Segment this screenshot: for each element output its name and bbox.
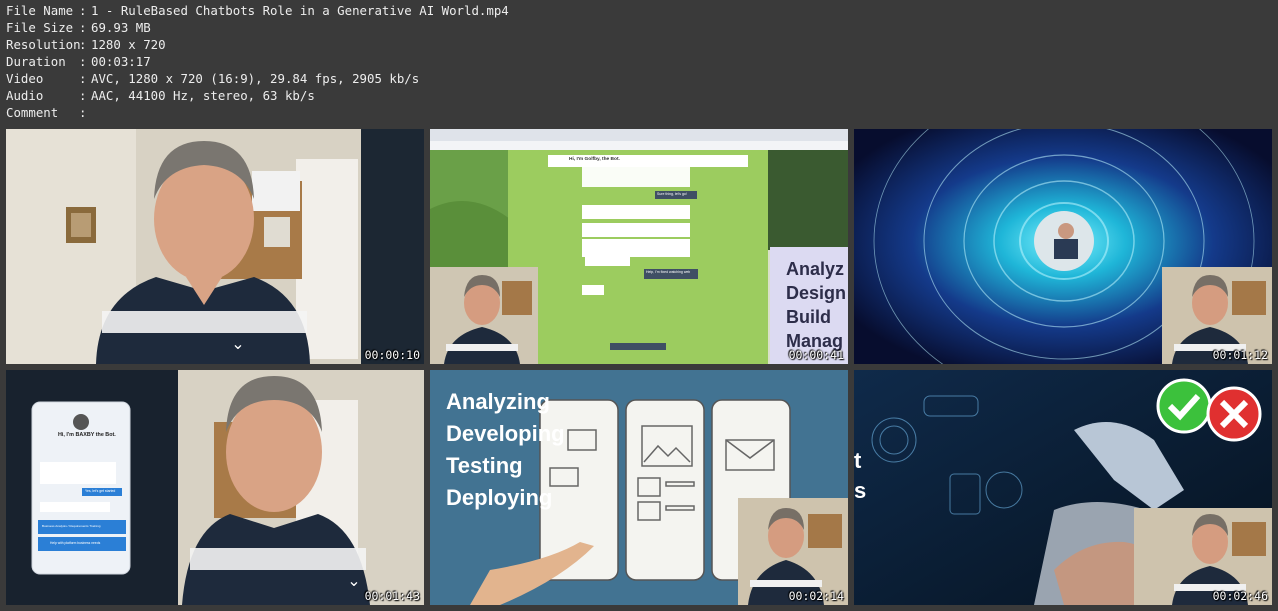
meta-separator: : — [79, 71, 87, 86]
tunnel-scene — [854, 129, 1272, 364]
meta-separator: : — [79, 88, 87, 103]
meta-value: 1 - RuleBased Chatbots Role in a Generat… — [91, 3, 509, 18]
slide-word: Analyz — [786, 259, 845, 279]
chat-title: Hi, I'm Golfby, the Bot. — [569, 157, 620, 162]
process-word: Developing — [446, 421, 565, 446]
meta-separator: : — [79, 37, 87, 52]
meta-key: Comment — [6, 105, 59, 120]
cropped-letter: t — [854, 448, 862, 473]
slide-word: Build — [786, 307, 831, 327]
meta-value: 69.93 MB — [91, 20, 151, 35]
meta-separator: : — [79, 3, 87, 18]
meta-separator: : — [79, 20, 87, 35]
robot-laptop-scene — [854, 370, 1272, 605]
timestamp: 00:02:46 — [1212, 589, 1268, 603]
meta-key: Audio — [6, 88, 44, 103]
cropped-letters: t s — [854, 446, 866, 506]
timestamp: 00:02:14 — [788, 589, 844, 603]
bot-option-button: Business Analysis / Requirements Trainin… — [42, 524, 101, 528]
bot-title: Hi, I'm BAXBY the Bot. — [58, 432, 116, 438]
bot-option-button: Help with platform business needs — [50, 541, 101, 545]
meta-key: Duration — [6, 54, 66, 69]
process-word: Deploying — [446, 485, 553, 510]
meta-key: File Size — [6, 20, 74, 35]
meta-row-audio: Audio: AAC, 44100 Hz, stereo, 63 kb/s — [6, 87, 509, 104]
meta-row-duration: Duration:00:03:17 — [6, 53, 509, 70]
meta-key: Video — [6, 71, 44, 86]
meta-separator: : — [79, 105, 87, 120]
meta-separator: : — [79, 54, 87, 69]
process-word: Testing — [446, 453, 523, 478]
thumbnail-5[interactable]: Analyzing Developing Testing Deploying 0… — [430, 370, 848, 605]
meta-value: 00:03:17 — [91, 54, 151, 69]
timestamp: 00:01:12 — [1212, 348, 1268, 362]
phone-presenter-scene: ⌄ — [6, 370, 424, 605]
meta-row-file-name: File Name:1 - RuleBased Chatbots Role in… — [6, 2, 509, 19]
svg-text:⌄: ⌄ — [231, 334, 244, 353]
meta-value: AVC, 1280 x 720 (16:9), 29.84 fps, 2905 … — [91, 71, 420, 86]
process-word: Analyzing — [446, 389, 550, 414]
metadata-panel: File Name:1 - RuleBased Chatbots Role in… — [6, 2, 509, 121]
chat-button-reply: Sure thing, let's go! — [657, 192, 687, 196]
thumbnail-6[interactable]: t s 00:02:46 — [854, 370, 1272, 605]
slide-word: Design — [786, 283, 847, 303]
bot-reply-button: Yes, let's get started — [85, 489, 116, 493]
meta-row-comment: Comment: — [6, 104, 509, 121]
svg-text:⌄: ⌄ — [347, 571, 360, 590]
meta-row-resolution: Resolution:1280 x 720 — [6, 36, 509, 53]
slide-words: Analyz Design Build Manag — [786, 257, 846, 353]
timestamp: 00:00:10 — [364, 348, 420, 362]
meta-value: AAC, 44100 Hz, stereo, 63 kb/s — [91, 88, 315, 103]
meta-key: File Name — [6, 3, 74, 18]
timestamp: 00:00:41 — [788, 348, 844, 362]
thumbnail-2[interactable]: Hi, I'm Golfby, the Bot. Sure thing, let… — [430, 129, 848, 364]
thumbnail-3[interactable]: 00:01:12 — [854, 129, 1272, 364]
meta-key: Resolution — [6, 37, 81, 52]
thumbnail-4[interactable]: ⌄ Hi, I'm BAXBY the Bot. Yes, let's get … — [6, 370, 424, 605]
cropped-letter: s — [854, 478, 867, 503]
meta-row-file-size: File Size:69.93 MB — [6, 19, 509, 36]
thumbnail-1[interactable]: ⌄ 00:00:10 — [6, 129, 424, 364]
process-words: Analyzing Developing Testing Deploying — [446, 386, 565, 514]
presenter-scene: ⌄ — [6, 129, 424, 364]
meta-value: 1280 x 720 — [91, 37, 166, 52]
timestamp: 00:01:43 — [364, 589, 420, 603]
chat-button-help: Help, I'm fixed watching web — [646, 270, 691, 274]
meta-row-video: Video: AVC, 1280 x 720 (16:9), 29.84 fps,… — [6, 70, 509, 87]
